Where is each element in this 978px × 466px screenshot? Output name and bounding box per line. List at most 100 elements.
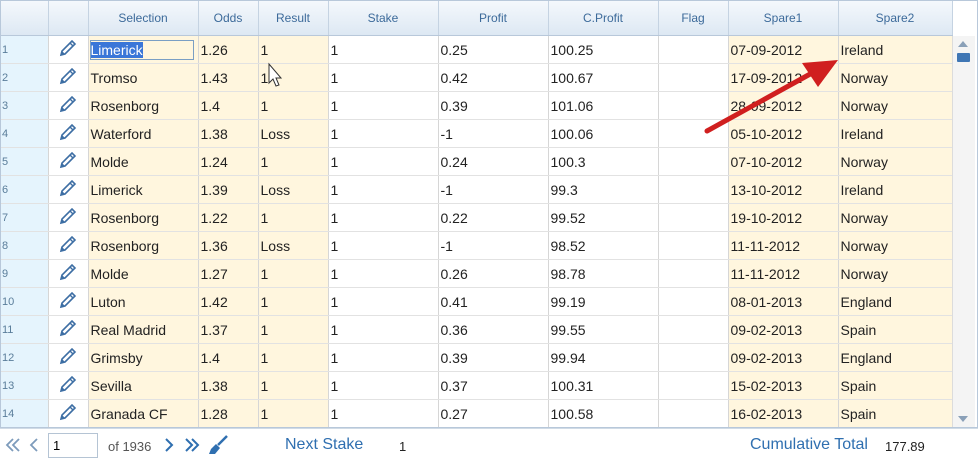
pencil-icon[interactable] <box>58 318 78 341</box>
cell-result[interactable]: 1 <box>258 371 329 400</box>
cell-cprofit[interactable]: 98.78 <box>548 259 659 288</box>
cell-profit[interactable]: 0.39 <box>438 91 549 120</box>
cell-spare1[interactable]: 11-11-2012 <box>728 259 839 288</box>
cell-spare2[interactable]: Norway <box>838 231 953 260</box>
cell-odds[interactable]: 1.37 <box>198 315 259 344</box>
cell-spare1[interactable]: 09-02-2013 <box>728 343 839 372</box>
cell-selection[interactable]: Waterford <box>88 119 199 148</box>
cell-spare2[interactable]: England <box>838 287 953 316</box>
cell-spare1[interactable]: 16-02-2013 <box>728 399 839 427</box>
cell-profit[interactable]: 0.36 <box>438 315 549 344</box>
cell-odds[interactable]: 1.4 <box>198 343 259 372</box>
cell-stake[interactable]: 1 <box>328 287 439 316</box>
cell-selection[interactable]: Limerick <box>88 35 199 64</box>
cell-odds[interactable]: 1.43 <box>198 63 259 92</box>
cell-selection[interactable]: Grimsby <box>88 343 199 372</box>
cell-cprofit[interactable]: 100.06 <box>548 119 659 148</box>
cell-cprofit[interactable]: 100.58 <box>548 399 659 427</box>
pencil-icon[interactable] <box>58 150 78 173</box>
cell-spare1[interactable]: 11-11-2012 <box>728 231 839 260</box>
cell-spare2[interactable]: Norway <box>838 203 953 232</box>
cell-spare1[interactable]: 07-10-2012 <box>728 147 839 176</box>
cell-spare2[interactable]: Norway <box>838 147 953 176</box>
table-row[interactable]: 1 Limerick 1.26 1 1 0.25 100.25 07-09-2012 Irela… <box>1 35 953 64</box>
table-row[interactable]: 7 Rosenborg 1.22 1 1 0.22 99.52 19-10-2012 Norwa… <box>1 203 953 232</box>
cell-odds[interactable]: 1.36 <box>198 231 259 260</box>
cell-stake[interactable]: 1 <box>328 203 439 232</box>
table-row[interactable]: 6 Limerick 1.39 Loss 1 -1 99.3 13-10-2012 Irelan… <box>1 175 953 204</box>
table-row[interactable]: 14 Granada CF 1.28 1 1 0.27 100.58 16-02-2013 Sp… <box>1 399 953 427</box>
cell-odds[interactable]: 1.39 <box>198 175 259 204</box>
cell-spare2[interactable]: Spain <box>838 371 953 400</box>
double-chevron-left-icon[interactable] <box>5 437 21 456</box>
cell-selection[interactable]: Sevilla <box>88 371 199 400</box>
cell-stake[interactable]: 1 <box>328 399 439 427</box>
cell-stake[interactable]: 1 <box>328 91 439 120</box>
cell-flag[interactable] <box>658 63 729 92</box>
cell-result[interactable]: 1 <box>258 259 329 288</box>
table-row[interactable]: 10 Luton 1.42 1 1 0.41 99.19 08-01-2013 England <box>1 287 953 316</box>
cell-result[interactable]: 1 <box>258 399 329 427</box>
cell-spare1[interactable]: 07-09-2012 <box>728 35 839 64</box>
double-chevron-right-icon[interactable] <box>184 437 200 456</box>
cell-selection[interactable]: Granada CF <box>88 399 199 427</box>
cell-selection[interactable]: Luton <box>88 287 199 316</box>
cell-spare1[interactable]: 19-10-2012 <box>728 203 839 232</box>
cell-spare1[interactable]: 05-10-2012 <box>728 119 839 148</box>
chevron-left-icon[interactable] <box>28 437 40 456</box>
cell-result[interactable]: Loss <box>258 119 329 148</box>
cell-cprofit[interactable]: 101.06 <box>548 91 659 120</box>
cell-odds[interactable]: 1.27 <box>198 259 259 288</box>
cell-result[interactable]: 1 <box>258 35 329 64</box>
cell-odds[interactable]: 1.42 <box>198 287 259 316</box>
cell-stake[interactable]: 1 <box>328 371 439 400</box>
page-number-input[interactable] <box>48 433 98 458</box>
cell-result[interactable]: 1 <box>258 63 329 92</box>
cell-result[interactable]: 1 <box>258 91 329 120</box>
cell-cprofit[interactable]: 100.3 <box>548 147 659 176</box>
cell-stake[interactable]: 1 <box>328 343 439 372</box>
cell-selection[interactable]: Real Madrid <box>88 315 199 344</box>
cell-spare1[interactable]: 28-09-2012 <box>728 91 839 120</box>
cell-result[interactable]: Loss <box>258 175 329 204</box>
pencil-icon[interactable] <box>58 178 78 201</box>
table-row[interactable]: 3 Rosenborg 1.4 1 1 0.39 101.06 28-09-2012 Norwa… <box>1 91 953 120</box>
pencil-icon[interactable] <box>58 122 78 145</box>
cell-flag[interactable] <box>658 343 729 372</box>
pencil-icon[interactable] <box>58 374 78 397</box>
header-flag[interactable]: Flag <box>658 1 729 36</box>
cell-cprofit[interactable]: 99.55 <box>548 315 659 344</box>
cell-result[interactable]: 1 <box>258 343 329 372</box>
cell-odds[interactable]: 1.38 <box>198 371 259 400</box>
cell-stake[interactable]: 1 <box>328 175 439 204</box>
cell-profit[interactable]: 0.27 <box>438 399 549 427</box>
cell-result[interactable]: 1 <box>258 315 329 344</box>
cell-stake[interactable]: 1 <box>328 259 439 288</box>
header-stake[interactable]: Stake <box>328 1 439 36</box>
table-row[interactable]: 11 Real Madrid 1.37 1 1 0.36 99.55 09-02-2013 Sp… <box>1 315 953 344</box>
header-spare1[interactable]: Spare1 <box>728 1 839 36</box>
cell-cprofit[interactable]: 100.31 <box>548 371 659 400</box>
scroll-up-icon[interactable] <box>958 41 968 47</box>
cell-odds[interactable]: 1.28 <box>198 399 259 427</box>
cell-flag[interactable] <box>658 315 729 344</box>
table-row[interactable]: 13 Sevilla 1.38 1 1 0.37 100.31 15-02-2013 Spain <box>1 371 953 400</box>
cell-flag[interactable] <box>658 35 729 64</box>
pencil-icon[interactable] <box>58 66 78 89</box>
cell-spare1[interactable]: 09-02-2013 <box>728 315 839 344</box>
header-selection[interactable]: Selection <box>88 1 199 36</box>
cell-selection[interactable]: Rosenborg <box>88 231 199 260</box>
header-spare2[interactable]: Spare2 <box>838 1 953 36</box>
cell-odds[interactable]: 1.22 <box>198 203 259 232</box>
pencil-icon[interactable] <box>58 290 78 313</box>
table-row[interactable]: 4 Waterford 1.38 Loss 1 -1 100.06 05-10-2012 Ire… <box>1 119 953 148</box>
cell-result[interactable]: 1 <box>258 147 329 176</box>
pencil-icon[interactable] <box>58 38 78 61</box>
cell-result[interactable]: 1 <box>258 287 329 316</box>
cell-odds[interactable]: 1.38 <box>198 119 259 148</box>
table-row[interactable]: 5 Molde 1.24 1 1 0.24 100.3 07-10-2012 Norway <box>1 147 953 176</box>
cell-profit[interactable]: 0.22 <box>438 203 549 232</box>
cell-profit[interactable]: 0.37 <box>438 371 549 400</box>
cell-stake[interactable]: 1 <box>328 119 439 148</box>
cell-result[interactable]: Loss <box>258 231 329 260</box>
